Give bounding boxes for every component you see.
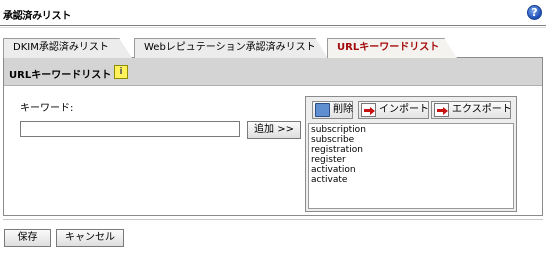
add-keyword-button[interactable]: 追加 >> <box>247 121 301 139</box>
list-item[interactable]: registration <box>311 145 511 155</box>
cancel-button[interactable]: キャンセル <box>56 229 124 247</box>
footer-divider <box>3 219 543 220</box>
keyword-list-box: 削除 インポート エクスポート subscription subscribe r… <box>305 96 517 212</box>
trash-icon <box>315 103 330 117</box>
panel-title: URLキーワードリスト <box>9 70 112 81</box>
title-divider <box>0 25 546 28</box>
url-keyword-panel: URLキーワードリスト i キーワード: 追加 >> 削除 インポート エクスポ… <box>3 57 543 216</box>
list-item[interactable]: subscription <box>311 125 511 135</box>
list-item[interactable]: subscribe <box>311 135 511 145</box>
keyword-label: キーワード: <box>20 103 74 114</box>
export-icon <box>434 103 449 117</box>
keyword-input[interactable] <box>20 121 240 137</box>
delete-label: 削除 <box>333 104 353 115</box>
export-label: エクスポート <box>452 104 512 115</box>
help-icon[interactable]: ? <box>527 5 542 20</box>
list-item[interactable]: activate <box>311 175 511 185</box>
import-button[interactable]: インポート <box>358 101 429 119</box>
list-item[interactable]: register <box>311 155 511 165</box>
delete-button[interactable]: 削除 <box>312 101 353 119</box>
export-button[interactable]: エクスポート <box>431 101 512 119</box>
save-button[interactable]: 保存 <box>4 229 51 247</box>
panel-header: URLキーワードリスト i <box>4 58 542 86</box>
tab-dkim-approved-list[interactable]: DKIM承認済みリスト <box>3 38 132 58</box>
tab-url-keyword-list[interactable]: URLキーワードリスト <box>327 38 457 58</box>
import-icon <box>361 103 376 117</box>
info-icon[interactable]: i <box>114 65 128 79</box>
tab-bar: DKIM承認済みリスト Webレピュテーション承認済みリスト URLキーワードリ… <box>3 38 543 58</box>
keyword-list[interactable]: subscription subscribe registration regi… <box>308 123 514 209</box>
list-item[interactable]: activation <box>311 165 511 175</box>
import-label: インポート <box>379 104 429 115</box>
tab-web-reputation-approved-list[interactable]: Webレピュテーション承認済みリスト <box>134 38 328 58</box>
page-title: 承認済みリスト <box>3 11 71 22</box>
list-toolbar: 削除 インポート エクスポート <box>306 97 516 122</box>
